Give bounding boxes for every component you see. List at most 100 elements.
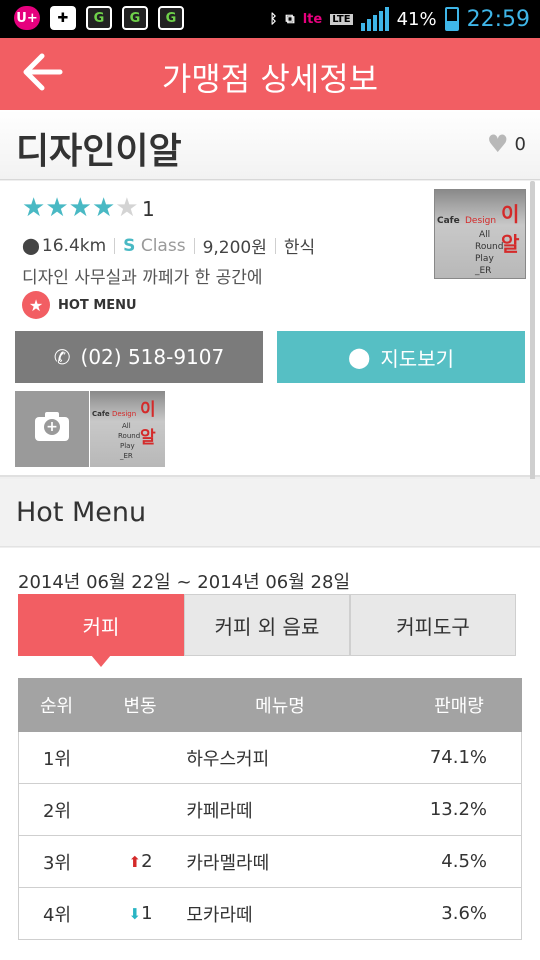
change-cell: ⬇1 [97, 903, 185, 924]
photo-thumbnail[interactable]: Cafe Design All Round Play _ER 이 알 [90, 391, 165, 467]
thumb-red-text: 알 [140, 428, 156, 448]
tab-label: 커피도구 [396, 614, 470, 639]
rank-cell: 1위 [43, 748, 72, 770]
status-bar: U+ ✚ G G G ᛒ ⧉ lte LTE 41% 22:59 [0, 0, 540, 38]
price: 9,200원 [202, 238, 267, 258]
page-title: 가맹점 상세정보 [161, 60, 379, 98]
thumb-red-text: 알 [501, 232, 520, 256]
class-word: Class [140, 235, 186, 256]
arrow-up-icon: ⬆ [128, 853, 142, 871]
hot-menu-section: 2014년 06월 22일 ~ 2014년 06월 28일 커피 커피 외 음료… [0, 548, 540, 960]
store-info-panel: ★ ★ ★ ★ ★ 1 ⬤ 16.4km S Class 9,200원 한식 디자인 사… [0, 181, 540, 477]
thumb-text: Cafe [437, 216, 460, 226]
thumb-text: Design [465, 216, 497, 226]
like-button[interactable]: ♥ 0 [487, 132, 526, 156]
tab-coffee[interactable]: 커피 [18, 594, 184, 667]
store-header: 디자인이알 ♥ 0 [0, 110, 540, 180]
change-cell: ⬆2 [97, 851, 185, 872]
thumb-text: Play [475, 254, 494, 264]
change-value: 2 [141, 851, 153, 872]
sales-cell: 74.1% [429, 747, 487, 768]
divider [114, 237, 116, 254]
thumb-red-text: 이 [140, 400, 156, 420]
column-header-menu: 메뉴명 [255, 696, 305, 717]
rank-cell: 2위 [43, 800, 72, 822]
table-row[interactable]: 2위 카페라떼 13.2% [18, 784, 522, 836]
scrollbar[interactable] [530, 181, 535, 486]
sales-cell: 3.6% [441, 903, 487, 924]
star-filled-icon: ★ [68, 193, 92, 223]
tab-non-coffee[interactable]: 커피 외 음료 [184, 594, 350, 656]
heart-icon: ♥ [487, 130, 509, 158]
medical-cross-icon: ✚ [50, 6, 76, 30]
map-button[interactable]: ⬤ 지도보기 [277, 331, 525, 383]
rank-cell: 3위 [43, 852, 72, 874]
signal-strength-icon [360, 7, 389, 31]
clock: 22:59 [466, 6, 530, 32]
table-row[interactable]: 1위 하우스커피 74.1% [18, 732, 522, 784]
notification-icons: U+ ✚ G G G [14, 6, 184, 30]
category: 한식 [283, 238, 316, 258]
hot-menu-label: HOT MENU [58, 297, 137, 313]
table-header: 순위 변동 메뉴명 판매량 [18, 678, 522, 732]
uplus-icon: U+ [14, 6, 40, 30]
thumb-text: Design [112, 410, 137, 418]
camera-icon [35, 412, 69, 441]
sales-cell: 4.5% [441, 851, 487, 872]
star-filled-icon: ★ [45, 193, 69, 223]
call-button[interactable]: ✆ (02) 518-9107 [15, 331, 263, 383]
period-range: 2014년 06월 22일 ~ 2014년 06월 28일 [18, 572, 351, 593]
ranking-table: 순위 변동 메뉴명 판매량 1위 하우스커피 74.1% 2위 카페라떼 13.2% 3위 ⬆… [18, 678, 522, 940]
star-rating: ★ ★ ★ ★ ★ [22, 195, 139, 221]
map-label: 지도보기 [380, 346, 454, 371]
download-done-icon: G [86, 6, 112, 30]
phone-icon: ✆ [53, 345, 71, 369]
change-value: 1 [141, 903, 153, 924]
menu-name-cell: 카라멜라떼 [186, 852, 270, 874]
column-header-change: 변동 [123, 696, 157, 717]
download-done-icon: G [158, 6, 184, 30]
location-pin-icon: ⬤ [22, 236, 40, 255]
table-row[interactable]: 3위 ⬆2 카라멜라떼 4.5% [18, 836, 522, 888]
star-empty-icon: ★ [115, 193, 139, 223]
store-name: 디자인이알 [16, 131, 182, 172]
class-letter: S [123, 235, 136, 256]
divider [193, 237, 195, 254]
star-filled-icon: ★ [91, 193, 116, 223]
thumb-text: Cafe [92, 410, 110, 418]
tab-label: 커피 [82, 614, 120, 639]
tab-coffee-tools[interactable]: 커피도구 [350, 594, 516, 656]
star-icon: ★ [22, 291, 50, 319]
battery-percent: 41% [396, 8, 437, 30]
menu-name-cell: 하우스커피 [186, 748, 270, 770]
like-count: 0 [514, 133, 526, 155]
title-bar: 가맹점 상세정보 [0, 38, 540, 110]
menu-name-cell: 카페라떼 [186, 800, 253, 822]
download-done-icon: G [122, 6, 148, 30]
thumb-text: _ER [120, 452, 133, 460]
divider [274, 237, 276, 254]
arrow-down-icon: ⬇ [128, 905, 142, 923]
store-meta: ⬤ 16.4km S Class 9,200원 한식 [22, 233, 316, 259]
column-header-sales: 판매량 [434, 696, 484, 717]
thumb-text: All [479, 230, 491, 240]
column-header-rank: 순위 [40, 696, 74, 717]
menu-tabs: 커피 커피 외 음료 커피도구 [18, 594, 516, 667]
active-tab-indicator [91, 655, 111, 667]
tab-label: 커피 외 음료 [214, 614, 320, 639]
screen-mirror-icon: ⧉ [285, 11, 295, 27]
bluetooth-icon: ᛒ [269, 11, 278, 27]
carrier-lte-badge: lte [302, 11, 323, 27]
store-photo-thumbnail[interactable]: Cafe Design All Round Play _ER 이 알 [434, 189, 526, 279]
thumb-text: Round [475, 242, 504, 252]
add-photo-button[interactable] [15, 391, 89, 467]
sales-cell: 13.2% [429, 799, 487, 820]
table-row[interactable]: 4위 ⬇1 모카라떼 3.6% [18, 888, 522, 940]
system-icons: ᛒ ⧉ lte LTE 41% 22:59 [270, 4, 530, 34]
distance: 16.4km [41, 235, 107, 256]
hot-menu-header: Hot Menu [0, 479, 540, 547]
thumb-text: _ER [475, 266, 492, 276]
hot-menu-title: Hot Menu [16, 497, 147, 528]
thumb-red-text: 이 [501, 202, 520, 226]
hot-menu-badge: ★ HOT MENU [22, 291, 137, 319]
